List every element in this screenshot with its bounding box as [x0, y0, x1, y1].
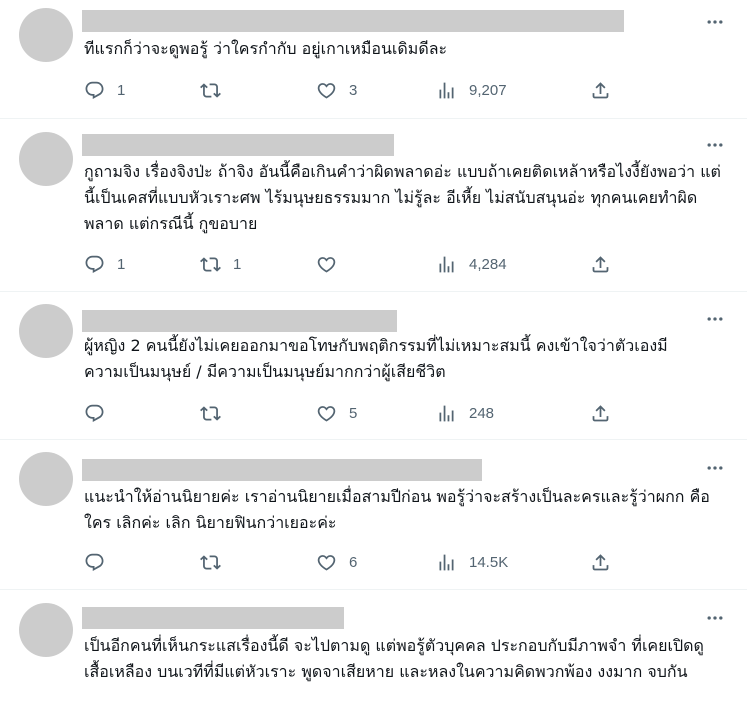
reply-icon — [85, 81, 104, 99]
views-count: 248 — [469, 404, 495, 422]
views-count: 14.5K — [469, 553, 509, 571]
action-bar: 6 14.5K — [84, 550, 644, 574]
avatar[interactable] — [19, 8, 73, 62]
more-options-icon[interactable] — [703, 309, 727, 329]
more-options-icon[interactable] — [703, 135, 727, 155]
analytics-icon — [439, 256, 454, 272]
share-icon — [592, 553, 609, 570]
retweet-button[interactable] — [200, 78, 233, 102]
redacted-username — [82, 459, 482, 481]
reply-button[interactable]: 1 — [84, 252, 125, 276]
action-bar: 1 3 9,207 — [84, 78, 644, 102]
reply-text: แนะนำให้อ่านนิยายค่ะ เราอ่านนิยายเมื่อสา… — [84, 487, 710, 532]
analytics-icon — [439, 82, 454, 98]
avatar[interactable] — [19, 452, 73, 506]
reply-button[interactable] — [84, 401, 117, 425]
more-options-icon[interactable] — [703, 458, 727, 478]
like-count: 5 — [349, 404, 358, 422]
action-bar: 1 1 4,284 — [84, 252, 644, 276]
like-count: 3 — [349, 81, 358, 99]
reply-card[interactable]: ผู้หญิง 2 คนนี้ยังไม่เคยออกมาขอโทษกับพฤต… — [0, 292, 747, 439]
reply-icon — [85, 404, 104, 422]
views-count: 4,284 — [469, 255, 507, 273]
redacted-username — [82, 134, 394, 156]
reply-card[interactable]: กูถามจิง เรื่องจิงป่ะ ถ้าจิง อันนี้คือเก… — [0, 119, 747, 291]
redacted-username — [82, 10, 624, 32]
analytics-icon — [439, 554, 454, 570]
heart-icon — [317, 554, 336, 571]
like-button[interactable]: 6 — [316, 550, 357, 574]
retweet-count: 1 — [233, 255, 242, 273]
like-button[interactable]: 3 — [316, 78, 357, 102]
analytics-icon — [439, 405, 454, 421]
retweet-button[interactable] — [200, 401, 233, 425]
reply-card[interactable]: แนะนำให้อ่านนิยายค่ะ เราอ่านนิยายเมื่อสา… — [0, 440, 747, 589]
redacted-username — [82, 607, 344, 629]
share-button[interactable] — [590, 550, 611, 574]
reply-button[interactable] — [84, 550, 117, 574]
reply-count: 1 — [117, 81, 126, 99]
redacted-username — [82, 310, 397, 332]
retweet-button[interactable]: 1 — [200, 252, 241, 276]
reply-icon — [85, 255, 104, 273]
views-button[interactable]: 14.5K — [436, 550, 508, 574]
like-count: 6 — [349, 553, 358, 571]
action-bar: 5 248 — [84, 401, 644, 425]
share-icon — [592, 81, 609, 98]
views-count: 9,207 — [469, 81, 507, 99]
heart-icon — [317, 256, 336, 273]
reply-count: 1 — [117, 255, 126, 273]
share-icon — [592, 255, 609, 272]
retweet-icon — [200, 554, 221, 570]
share-button[interactable] — [590, 78, 611, 102]
share-button[interactable] — [590, 252, 611, 276]
reply-icon — [85, 553, 104, 571]
reply-text: ผู้หญิง 2 คนนี้ยังไม่เคยออกมาขอโทษกับพฤต… — [84, 336, 668, 381]
more-options-icon[interactable] — [703, 608, 727, 628]
views-button[interactable]: 248 — [436, 401, 494, 425]
avatar[interactable] — [19, 603, 73, 657]
views-button[interactable]: 4,284 — [436, 252, 507, 276]
reply-card[interactable]: เป็นอีกคนที่เห็นกระแสเรื่องนี้ดี จะไปตาม… — [0, 590, 747, 720]
more-options-icon[interactable] — [703, 12, 727, 32]
avatar[interactable] — [19, 132, 73, 186]
reply-text: เป็นอีกคนที่เห็นกระแสเรื่องนี้ดี จะไปตาม… — [84, 636, 704, 681]
share-button[interactable] — [590, 401, 611, 425]
reply-text: ทีแรกก็ว่าจะดูพอรู้ ว่าใครกำกับ อยู่เกาเ… — [84, 39, 448, 58]
like-button[interactable] — [316, 252, 349, 276]
retweet-icon — [200, 256, 221, 272]
share-icon — [592, 404, 609, 421]
heart-icon — [317, 405, 336, 422]
retweet-icon — [200, 405, 221, 421]
like-button[interactable]: 5 — [316, 401, 357, 425]
reply-text: กูถามจิง เรื่องจิงป่ะ ถ้าจิง อันนี้คือเก… — [84, 162, 721, 233]
retweet-button[interactable] — [200, 550, 233, 574]
avatar[interactable] — [19, 304, 73, 358]
retweet-icon — [200, 82, 221, 98]
heart-icon — [317, 82, 336, 99]
reply-button[interactable]: 1 — [84, 78, 125, 102]
reply-card[interactable]: ทีแรกก็ว่าจะดูพอรู้ ว่าใครกำกับ อยู่เกาเ… — [0, 0, 747, 118]
views-button[interactable]: 9,207 — [436, 78, 507, 102]
